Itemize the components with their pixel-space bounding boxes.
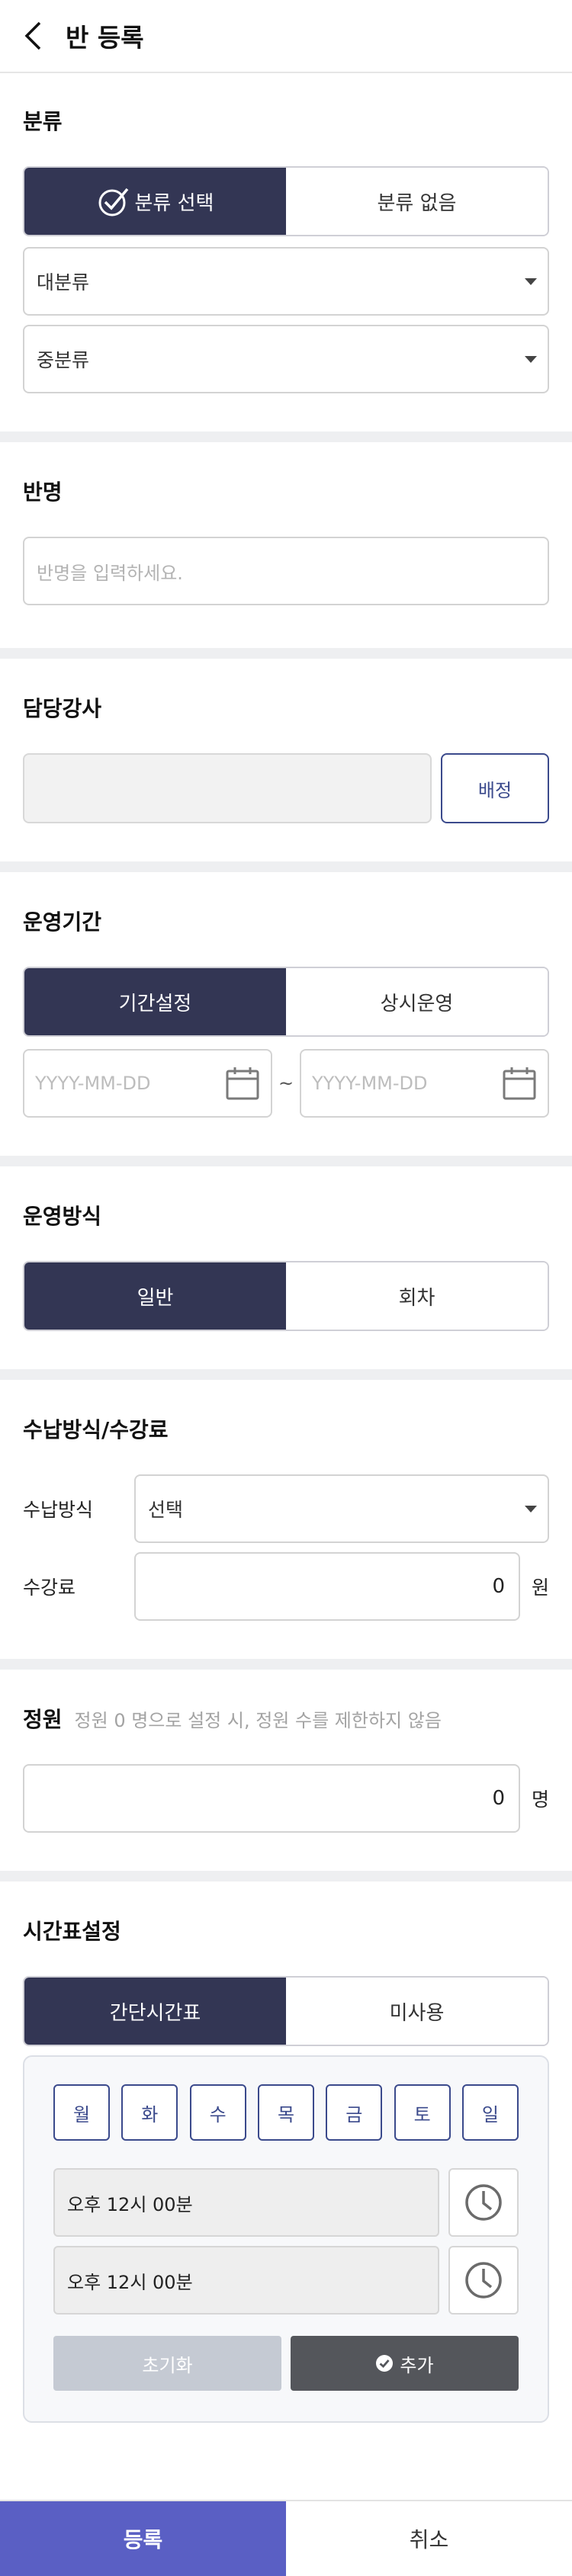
caret-down-icon [525, 278, 537, 285]
category-section: 분류 분류 선택 분류 없음 대분류 중분류 [0, 73, 572, 431]
section-divider [0, 1369, 572, 1380]
operation-normal-option[interactable]: 일반 [24, 1262, 286, 1330]
timetable-panel: 월 화 수 목 금 토 일 오후 12시 00분 오후 12시 00분 초기화 [23, 2055, 549, 2423]
chevron-left-icon[interactable] [23, 21, 43, 51]
capacity-hint: 정원 0 명으로 설정 시, 정원 수를 제한하지 않음 [74, 1710, 442, 1731]
day-sun-button[interactable]: 일 [461, 2084, 519, 2141]
day-tue-button[interactable]: 화 [121, 2084, 178, 2141]
period-set-option[interactable]: 기간설정 [24, 968, 286, 1035]
class-name-placeholder: 반명을 입력하세요. [37, 562, 183, 584]
section-divider [0, 1659, 572, 1670]
check-circle-icon [97, 184, 130, 218]
payment-title: 수납방식/수강료 [23, 1417, 169, 1442]
instructor-title: 담당강사 [23, 696, 102, 721]
add-button[interactable]: 추가 [291, 2336, 519, 2391]
start-time-field[interactable]: 오후 12시 00분 [53, 2168, 439, 2237]
payment-method-select[interactable]: 선택 [134, 1474, 549, 1543]
section-divider [0, 1156, 572, 1166]
payment-method-value: 선택 [148, 1499, 184, 1521]
period-toggle: 기간설정 상시운영 [23, 967, 549, 1037]
fee-unit: 원 [531, 1577, 549, 1599]
top-bar: 반 등록 [0, 0, 572, 73]
operation-section: 운영방식 일반 회차 [0, 1166, 572, 1369]
assign-button[interactable]: 배정 [441, 753, 549, 823]
caret-down-icon [525, 356, 537, 363]
day-mon-button[interactable]: 월 [53, 2084, 110, 2141]
clock-icon[interactable] [448, 2246, 519, 2315]
operation-session-option[interactable]: 회차 [286, 1262, 548, 1330]
day-fri-button[interactable]: 금 [326, 2084, 383, 2141]
add-button-label: 추가 [400, 2354, 434, 2376]
timetable-simple-option[interactable]: 간단시간표 [24, 1978, 286, 2045]
middle-category-label: 중분류 [37, 349, 90, 371]
category-none-option[interactable]: 분류 없음 [286, 168, 548, 235]
period-title: 운영기간 [23, 909, 102, 935]
major-category-label: 대분류 [37, 271, 90, 294]
calendar-icon[interactable] [225, 1066, 260, 1101]
day-thu-button[interactable]: 목 [257, 2084, 314, 2141]
section-divider [0, 648, 572, 659]
fee-input[interactable]: 0 [134, 1552, 520, 1621]
category-select-label: 분류 선택 [134, 191, 214, 215]
timetable-title: 시간표설정 [23, 1919, 121, 1944]
day-sat-button[interactable]: 토 [394, 2084, 451, 2141]
major-category-select[interactable]: 대분류 [23, 247, 549, 316]
period-section: 운영기간 기간설정 상시운영 YYYY-MM-DD ~ YYYY-MM-DD [0, 872, 572, 1156]
reset-button[interactable]: 초기화 [53, 2336, 281, 2391]
timetable-section: 시간표설정 간단시간표 미사용 월 화 수 목 금 토 일 오후 12시 00분… [0, 1881, 572, 2461]
start-date-placeholder: YYYY-MM-DD [35, 1073, 151, 1094]
payment-method-label: 수납방식 [23, 1499, 94, 1521]
category-toggle: 분류 선택 분류 없음 [23, 166, 549, 236]
category-select-option[interactable]: 분류 선택 [24, 168, 286, 235]
clock-icon[interactable] [448, 2168, 519, 2237]
operation-toggle: 일반 회차 [23, 1261, 549, 1331]
payment-section: 수납방식/수강료 수납방식 선택 수강료 0 원 [0, 1380, 572, 1659]
bottom-action-bar: 등록 취소 [0, 2500, 572, 2576]
cancel-button[interactable]: 취소 [286, 2501, 572, 2576]
period-always-option[interactable]: 상시운영 [286, 968, 548, 1035]
fee-label: 수강료 [23, 1577, 76, 1599]
class-name-input[interactable]: 반명을 입력하세요. [23, 537, 549, 605]
timetable-unused-option[interactable]: 미사용 [286, 1978, 548, 2045]
calendar-icon[interactable] [502, 1066, 537, 1101]
date-separator: ~ [278, 1073, 294, 1094]
end-date-input[interactable]: YYYY-MM-DD [300, 1049, 549, 1118]
section-divider [0, 431, 572, 442]
timetable-toggle: 간단시간표 미사용 [23, 1976, 549, 2046]
check-circle-icon [375, 2354, 400, 2372]
class-name-title: 반명 [23, 480, 63, 505]
capacity-section: 정원 정원 0 명으로 설정 시, 정원 수를 제한하지 않음 0 명 [0, 1670, 572, 1871]
instructor-field [23, 753, 432, 823]
section-divider [0, 1871, 572, 1881]
category-title: 분류 [23, 109, 63, 134]
submit-button[interactable]: 등록 [0, 2501, 286, 2576]
caret-down-icon [525, 1506, 537, 1513]
operation-title: 운영방식 [23, 1204, 102, 1229]
page-title: 반 등록 [66, 23, 144, 53]
capacity-unit: 명 [531, 1788, 549, 1811]
capacity-title: 정원 정원 0 명으로 설정 시, 정원 수를 제한하지 않음 [23, 1703, 549, 1734]
start-date-input[interactable]: YYYY-MM-DD [23, 1049, 272, 1118]
section-divider [0, 861, 572, 872]
capacity-title-text: 정원 [23, 1707, 63, 1732]
day-selector: 월 화 수 목 금 토 일 [53, 2084, 519, 2141]
end-date-placeholder: YYYY-MM-DD [312, 1073, 428, 1094]
instructor-section: 담당강사 배정 [0, 659, 572, 861]
capacity-input[interactable]: 0 [23, 1764, 520, 1833]
day-wed-button[interactable]: 수 [189, 2084, 246, 2141]
end-time-field[interactable]: 오후 12시 00분 [53, 2246, 439, 2315]
class-name-section: 반명 반명을 입력하세요. [0, 442, 572, 648]
middle-category-select[interactable]: 중분류 [23, 325, 549, 393]
